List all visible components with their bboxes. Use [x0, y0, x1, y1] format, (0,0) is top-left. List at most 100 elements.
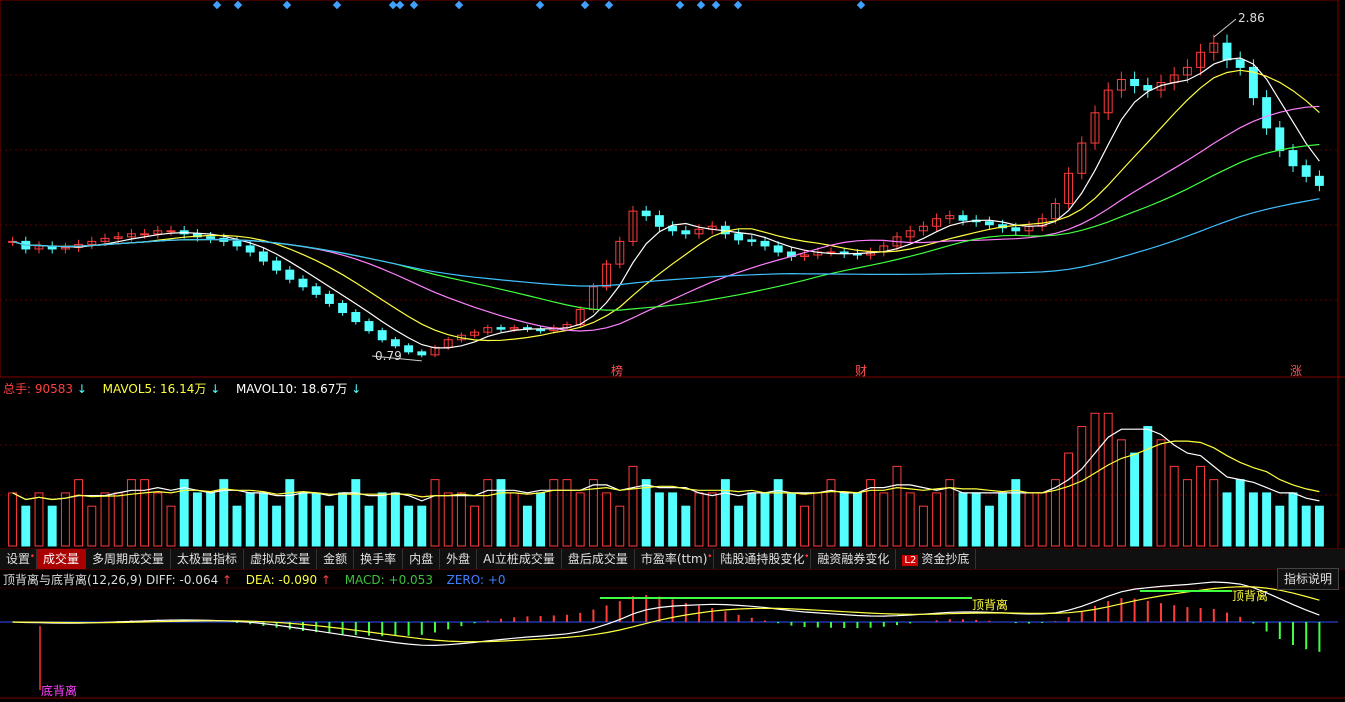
volume-bar — [694, 492, 704, 547]
volume-bar — [562, 479, 572, 547]
volume-bar — [707, 492, 717, 547]
stock-chart[interactable] — [0, 0, 1345, 702]
tab-label: 内盘 — [409, 552, 434, 566]
volume-bar — [628, 465, 638, 547]
volume-bar — [404, 505, 414, 547]
volume-bar — [74, 479, 84, 547]
volume-bar — [285, 479, 295, 547]
tab-5[interactable]: 金额 — [317, 549, 355, 569]
tab-10[interactable]: 盘后成交量 — [562, 549, 635, 569]
volume-bar — [456, 492, 466, 547]
candle-body — [324, 293, 334, 304]
tab-0[interactable]: 设置 • — [0, 549, 38, 569]
mavol10-line — [12, 440, 1320, 501]
signal-diamond-icon — [233, 0, 243, 10]
tab-label: 盘后成交量 — [567, 552, 628, 566]
volume-bar — [443, 492, 453, 547]
tab-label: 市盈率(ttm) — [640, 552, 708, 566]
signal-diamond-icon — [332, 0, 342, 10]
candle-body — [760, 240, 770, 247]
volume-bar — [1103, 412, 1113, 547]
volume-bar — [1222, 492, 1232, 547]
volume-bar — [1090, 412, 1100, 547]
tab-label: 设置 — [6, 552, 31, 566]
macd-value: +0.053 — [388, 573, 433, 587]
candle-body — [404, 345, 414, 353]
macd-label: MACD: — [344, 573, 385, 587]
volume-bar — [641, 479, 651, 547]
marker-bang[interactable]: 榜 — [611, 362, 623, 379]
tab-12[interactable]: 陆股通持股变化 • — [714, 549, 812, 569]
volume-bar — [483, 479, 493, 547]
total-volume-value: 90583 — [34, 382, 74, 396]
tab-14[interactable]: L2 资金抄底 — [896, 549, 977, 569]
marker-zhang[interactable]: 涨 — [1290, 362, 1302, 379]
volume-bar — [866, 479, 876, 547]
tab-13[interactable]: 融资融券变化 — [811, 549, 897, 569]
volume-bar — [351, 479, 361, 547]
tab-6[interactable]: 换手率 — [354, 549, 404, 569]
volume-bar — [549, 479, 559, 547]
volume-bar — [34, 492, 44, 547]
volume-bar — [1011, 479, 1021, 547]
candle-body — [1011, 227, 1021, 232]
candle-body — [140, 233, 150, 236]
volume-bar — [984, 505, 994, 547]
volume-bar — [338, 492, 348, 547]
volume-bar — [958, 492, 968, 547]
mavol10-value: 18.67万 — [301, 382, 348, 396]
candle-body — [258, 251, 268, 262]
candle-body — [298, 278, 308, 288]
volume-bar — [377, 492, 387, 547]
tab-9[interactable]: AI立桩成交量 — [477, 549, 562, 569]
volume-bar — [430, 479, 440, 547]
new-dot-icon: • — [29, 552, 36, 562]
tab-label: 成交量 — [43, 552, 80, 566]
price-low-label: 0.79 — [375, 349, 402, 363]
candle-body — [496, 327, 506, 330]
tab-11[interactable]: 市盈率(ttm) • — [635, 549, 715, 569]
price-panel-border — [0, 0, 1339, 378]
top-divergence-label-2: 顶背离 — [1232, 589, 1269, 603]
volume-bar — [1064, 452, 1074, 547]
volume-bar — [892, 465, 902, 547]
volume-bar — [324, 505, 334, 547]
indicator-help-button[interactable]: 指标说明 — [1276, 568, 1339, 590]
diff-line — [12, 581, 1320, 647]
tab-2[interactable]: 多周期成交量 — [86, 549, 172, 569]
signal-diamond-icon — [733, 0, 743, 10]
tab-8[interactable]: 外盘 — [440, 549, 478, 569]
volume-bar — [773, 479, 783, 547]
macd-title: 顶背离与底背离(12,26,9) — [3, 573, 143, 587]
tab-3[interactable]: 太极量指标 — [171, 549, 245, 569]
volume-bar — [734, 505, 744, 547]
candle-body — [1314, 175, 1324, 186]
tab-label: 陆股通持股变化 — [720, 552, 805, 566]
volume-bar — [179, 479, 189, 547]
candle-body — [734, 233, 744, 241]
zero-label: ZERO: — [446, 573, 485, 587]
volume-bar — [945, 479, 955, 547]
volume-bar — [47, 505, 57, 547]
volume-bar — [932, 492, 942, 547]
candle-body — [351, 312, 361, 323]
tab-label: 融资融券变化 — [817, 552, 890, 566]
tab-1[interactable]: 成交量 — [37, 549, 87, 569]
marker-cai[interactable]: 财 — [855, 362, 867, 379]
volume-bar — [1182, 479, 1192, 547]
signal-diamond-icon — [454, 0, 464, 10]
tab-7[interactable]: 内盘 — [403, 549, 441, 569]
volume-bar — [272, 505, 282, 547]
price-high-label: 2.86 — [1238, 11, 1265, 25]
mavol5-value: 16.14万 — [160, 382, 207, 396]
tab-4[interactable]: 虚拟成交量 — [244, 549, 318, 569]
dea-value: -0.090 — [278, 573, 318, 587]
volume-bar — [1288, 492, 1298, 547]
up-arrow-icon: ↑ — [320, 573, 332, 587]
volume-bar — [1196, 465, 1206, 547]
down-arrow-icon: ↓ — [351, 382, 362, 396]
candle-body — [377, 330, 387, 341]
new-dot-icon: • — [707, 552, 713, 562]
volume-bar — [1116, 439, 1126, 547]
volume-bar — [1130, 452, 1140, 547]
